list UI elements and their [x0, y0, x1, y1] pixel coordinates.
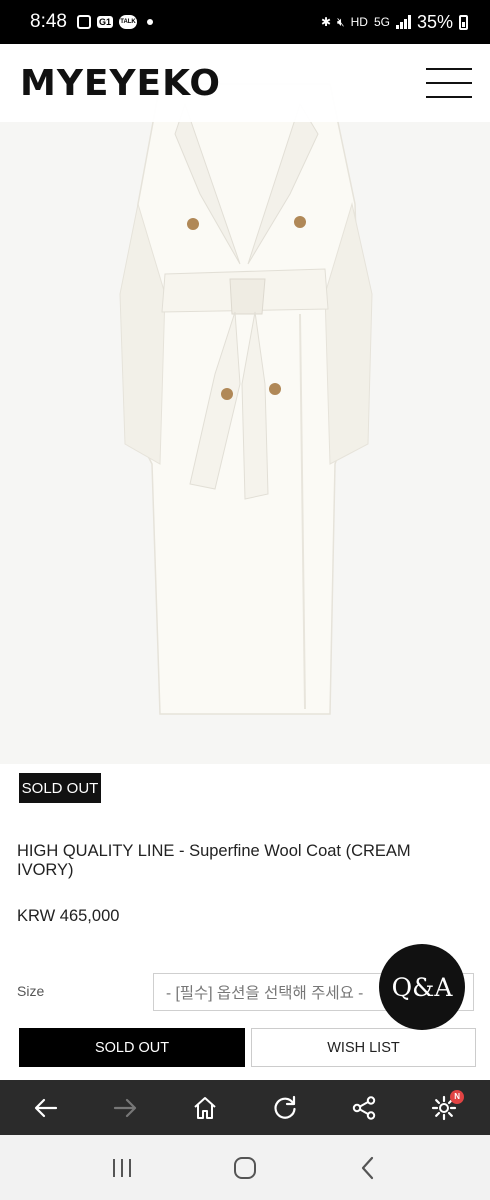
battery-icon — [459, 14, 468, 30]
back-nav-icon — [362, 1156, 374, 1179]
bluetooth-icon: ✱ — [320, 15, 332, 29]
signal-icon — [395, 15, 411, 29]
forward-button[interactable] — [103, 1086, 147, 1130]
recent-apps-button[interactable] — [102, 1148, 142, 1188]
home-icon — [194, 1096, 216, 1119]
back-nav-button[interactable] — [348, 1148, 388, 1188]
back-arrow-icon — [34, 1098, 57, 1117]
home-button[interactable] — [183, 1086, 227, 1130]
qa-button[interactable]: Q&A — [379, 944, 465, 1030]
notification-icons: G1 TALK — [76, 15, 153, 29]
battery-percent: 35% — [416, 11, 453, 32]
more-notifications-icon — [147, 19, 153, 25]
recent-apps-icon — [112, 1158, 131, 1177]
product-title: HIGH QUALITY LINE - Superfine Wool Coat … — [17, 842, 411, 879]
size-label: Size — [17, 983, 45, 999]
product-price: KRW 465,000 — [17, 907, 120, 925]
settings-button[interactable]: N — [422, 1086, 466, 1130]
home-nav-icon — [233, 1156, 256, 1179]
home-nav-button[interactable] — [225, 1148, 265, 1188]
share-button[interactable] — [342, 1086, 386, 1130]
status-bar: 8:48 G1 TALK ✱ 🔇︎ HD 5G 35% — [0, 0, 490, 44]
product-image[interactable] — [0, 44, 490, 764]
status-time: 8:48 — [30, 11, 67, 32]
menu-line — [426, 96, 472, 98]
brand-logo[interactable]: MYEYEKO — [20, 63, 221, 104]
notification-badge: N — [450, 1089, 465, 1104]
network-sub-label: 5G — [373, 15, 390, 29]
gallery-icon — [76, 15, 91, 29]
browser-toolbar: N — [0, 1080, 490, 1135]
mute-icon: 🔇︎ — [337, 14, 345, 29]
menu-button[interactable] — [426, 68, 472, 98]
forward-arrow-icon — [114, 1098, 137, 1117]
menu-line — [426, 68, 472, 70]
status-right: ✱ 🔇︎ HD 5G 35% — [321, 12, 468, 33]
refresh-icon — [274, 1095, 296, 1119]
system-nav — [0, 1135, 490, 1200]
wish-list-button[interactable]: WISH LIST — [251, 1028, 476, 1067]
menu-line — [426, 82, 472, 84]
sold-out-badge: SOLD OUT — [19, 773, 101, 803]
share-icon — [353, 1095, 376, 1120]
app-notification-icon: G1 — [96, 16, 113, 28]
coat-illustration — [0, 44, 490, 764]
talk-icon: TALK — [119, 15, 137, 29]
back-button[interactable] — [24, 1086, 68, 1130]
sold-out-button[interactable]: SOLD OUT — [19, 1028, 245, 1067]
network-label: HD — [350, 15, 368, 29]
refresh-button[interactable] — [263, 1086, 307, 1130]
site-header: MYEYEKO — [0, 44, 490, 122]
